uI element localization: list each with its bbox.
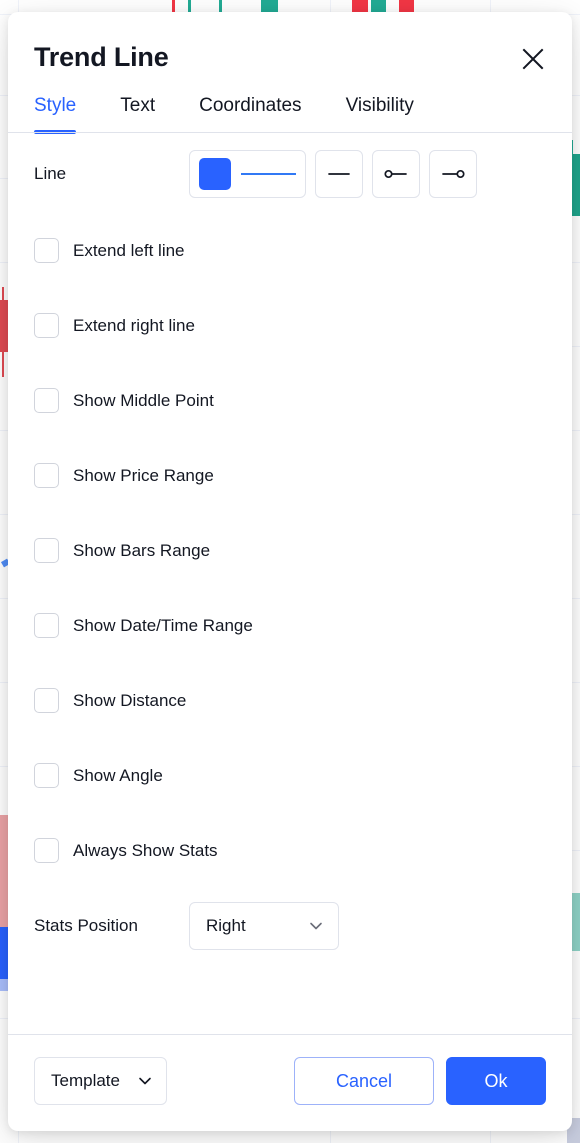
line-preview-segment: [241, 173, 296, 175]
line-plain-icon[interactable]: [315, 150, 363, 198]
checkbox-label: Extend left line: [73, 240, 185, 260]
checkbox-show-middle-point[interactable]: [34, 388, 59, 413]
checkbox-row-show-middle-point[interactable]: Show Middle Point: [34, 363, 546, 438]
stats-position-select[interactable]: Right: [189, 902, 339, 950]
stats-position-value: Right: [206, 916, 246, 935]
line-circle-left-icon-glyph: [384, 169, 407, 179]
checkbox-label: Show Price Range: [73, 465, 214, 485]
tab-coordinates[interactable]: Coordinates: [199, 94, 301, 133]
candle-body: [261, 0, 278, 12]
chevron-down-icon: [139, 1077, 151, 1085]
checkbox-row-extend-right-line[interactable]: Extend right line: [34, 288, 546, 363]
line-setting-row: Line: [34, 133, 546, 213]
dialog-header: Trend Line: [8, 12, 572, 74]
checkbox-row-show-bars-range[interactable]: Show Bars Range: [34, 513, 546, 588]
checkbox-show-angle[interactable]: [34, 763, 59, 788]
dialog-tabs: Style Text Coordinates Visibility: [8, 94, 572, 134]
dialog-footer: Template Cancel Ok: [8, 1034, 572, 1131]
tab-visibility[interactable]: Visibility: [346, 94, 414, 133]
checkbox-label: Show Middle Point: [73, 390, 214, 410]
close-icon[interactable]: [516, 42, 550, 76]
stats-position-row: Stats Position Right: [34, 888, 546, 964]
checkbox-row-show-date-time-range[interactable]: Show Date/Time Range: [34, 588, 546, 663]
checkbox-label: Always Show Stats: [73, 840, 218, 860]
ok-button[interactable]: Ok: [446, 1057, 546, 1105]
checkbox-row-show-distance[interactable]: Show Distance: [34, 663, 546, 738]
cancel-button[interactable]: Cancel: [294, 1057, 434, 1105]
tab-style[interactable]: Style: [34, 94, 77, 134]
line-label: Line: [34, 164, 67, 183]
template-dropdown-label: Template: [51, 1071, 120, 1090]
stats-position-label: Stats Position: [34, 916, 138, 935]
line-width-preview[interactable]: [241, 150, 296, 198]
candle: [0, 287, 8, 377]
checkbox-extend-right-line[interactable]: [34, 313, 59, 338]
checkbox-row-always-show-stats[interactable]: Always Show Stats: [34, 813, 546, 888]
tab-text[interactable]: Text: [120, 94, 155, 133]
line-plain-icon-glyph: [328, 173, 350, 175]
checkbox-show-price-range[interactable]: [34, 463, 59, 488]
checkbox-show-bars-range[interactable]: [34, 538, 59, 563]
checkbox-label: Show Angle: [73, 765, 163, 785]
line-color-swatch[interactable]: [199, 158, 231, 190]
checkbox-row-extend-left-line[interactable]: Extend left line: [34, 213, 546, 288]
checkbox-always-show-stats[interactable]: [34, 838, 59, 863]
chevron-down-icon: [310, 922, 322, 930]
close-icon-glyph: [522, 48, 544, 70]
style-tab-panel: Line Extend left line Extend right line …: [8, 133, 572, 1034]
checkbox-show-distance[interactable]: [34, 688, 59, 713]
candle-body: [0, 300, 8, 352]
template-dropdown[interactable]: Template: [34, 1057, 167, 1105]
checkbox-label: Show Bars Range: [73, 540, 211, 560]
checkbox-label: Show Distance: [73, 690, 187, 710]
line-circle-left-icon[interactable]: [372, 150, 420, 198]
line-circle-right-icon[interactable]: [429, 150, 477, 198]
checkbox-row-show-angle[interactable]: Show Angle: [34, 738, 546, 813]
dialog-title: Trend Line: [34, 42, 169, 72]
line-controls: [189, 150, 477, 198]
checkbox-row-show-price-range[interactable]: Show Price Range: [34, 438, 546, 513]
checkbox-label: Show Date/Time Range: [73, 615, 253, 635]
checkbox-label: Extend right line: [73, 315, 195, 335]
line-circle-right-icon-glyph: [442, 169, 465, 179]
checkbox-show-date-time-range[interactable]: [34, 613, 59, 638]
trend-line-settings-dialog: Trend Line Style Text Coordinates Visibi…: [8, 12, 572, 1131]
checkbox-extend-left-line[interactable]: [34, 238, 59, 263]
line-color-and-width-picker[interactable]: [189, 150, 306, 198]
